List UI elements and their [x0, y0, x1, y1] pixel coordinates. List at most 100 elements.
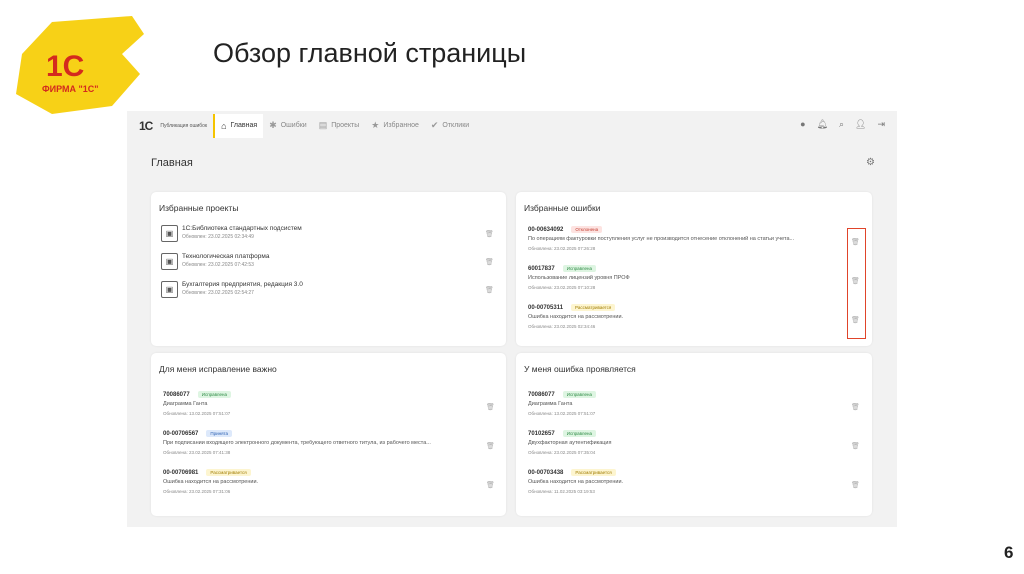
- project-icon: ▣: [161, 225, 178, 242]
- card-title: У меня ошибка проявляется: [524, 364, 636, 374]
- error-updated: Обновлена: 23.02.2025 02:34:46: [528, 324, 596, 329]
- status-badge: Исправлена: [562, 430, 597, 437]
- svg-text:ФИРМА "1С": ФИРМА "1С": [42, 84, 99, 94]
- error-updated: Обновлена: 13.02.2025 07:51:07: [528, 411, 596, 416]
- project-item[interactable]: ▣ Бухгалтерия предприятия, редакция 3.0 Об…: [161, 281, 491, 298]
- page-number: 6: [1004, 543, 1014, 562]
- project-item[interactable]: ▣ Технологическая платформа Обновлен: 23.0…: [161, 253, 491, 270]
- brand-subtitle: Публикация ошибок: [160, 122, 208, 129]
- tab-0[interactable]: ⌂ Главная: [213, 113, 264, 138]
- tab-label: Главная: [230, 122, 258, 129]
- tab-label: Отклики: [442, 122, 470, 129]
- error-updated: Обновлена: 11.02.2025 03:19:53: [528, 489, 595, 494]
- trash-icon[interactable]: 🗑︎: [485, 230, 494, 238]
- error-id[interactable]: 00-00706981: [163, 470, 198, 476]
- gear-icon[interactable]: ⚙: [866, 157, 875, 168]
- status-badge: Отклонена: [571, 226, 603, 233]
- project-updated: Обновлен: 23.02.2025 02:54:27: [182, 290, 254, 296]
- error-item[interactable]: 00-00706981 Рассматривается Ошибка находит…: [163, 469, 483, 494]
- project-updated: Обновлен: 23.02.2025 02:34:49: [182, 234, 254, 240]
- error-description: Двухфакторная аутентификация: [528, 440, 612, 446]
- error-id[interactable]: 70086077: [528, 392, 555, 398]
- error-updated: Обновлена: 23.02.2025 07:31:06: [163, 489, 231, 494]
- bug-icon: ✱: [269, 120, 277, 130]
- status-badge: Рассматривается: [571, 304, 616, 311]
- info-icon[interactable]: ●: [800, 119, 805, 130]
- app-screenshot: 1С Публикация ошибок ⌂ Главная ✱ Ошибки ▤ Про…: [127, 111, 897, 527]
- error-updated: Обновлена: 23.02.2025 07:35:04: [528, 450, 596, 455]
- error-description: Диаграмма Ганта: [528, 401, 573, 407]
- fav-errors-card: Избранные ошибки 00-00634092 Отклонена По …: [516, 192, 872, 346]
- check-circle-icon: ✔: [430, 120, 439, 130]
- error-id[interactable]: 70102657: [528, 431, 555, 437]
- trash-icon[interactable]: 🗑︎: [486, 481, 495, 489]
- error-id[interactable]: 60017837: [528, 266, 555, 272]
- bell-icon[interactable]: 🔔︎: [817, 119, 828, 130]
- tab-label: Избранное: [383, 122, 419, 129]
- error-updated: Обновлена: 23.02.2025 07:10:28: [528, 285, 596, 290]
- error-item[interactable]: 00-00706567 Принята При подписании входяще…: [163, 430, 483, 455]
- project-item[interactable]: ▣ 1С:Библиотека стандартных подсистем Обно…: [161, 225, 491, 242]
- error-id[interactable]: 00-00705311: [528, 305, 563, 311]
- trash-icon[interactable]: 🗑︎: [851, 481, 860, 489]
- project-name: 1С:Библиотека стандартных подсистем: [182, 225, 302, 232]
- status-badge: Принята: [206, 430, 233, 437]
- error-id[interactable]: 00-00703438: [528, 470, 563, 476]
- star-icon: ★: [371, 120, 380, 130]
- reproduces-card: У меня ошибка проявляется 70086077 Исправ…: [516, 353, 872, 516]
- highlight-frame: [847, 228, 866, 339]
- trash-icon[interactable]: 🗑︎: [486, 403, 495, 411]
- projects-icon: ▤: [318, 120, 328, 130]
- brand-logo[interactable]: 1С: [139, 119, 153, 133]
- trash-icon[interactable]: 🗑︎: [485, 286, 494, 294]
- error-updated: Обновлена: 23.02.2025 07:41:38: [163, 450, 231, 455]
- tab-label: Проекты: [331, 122, 360, 129]
- page-title: Главная: [151, 157, 193, 169]
- error-description: Ошибка находится на рассмотрении.: [528, 314, 624, 320]
- error-description: При подписании входящего электронного до…: [163, 440, 431, 446]
- error-description: Ошибка находится на рассмотрении.: [528, 479, 624, 485]
- home-icon: ⌂: [221, 120, 227, 131]
- svg-text:1С: 1С: [46, 50, 84, 83]
- tab-1[interactable]: ✱ Ошибки: [263, 114, 313, 138]
- 1c-logo: 1С ФИРМА "1С": [16, 16, 144, 114]
- card-title: Избранные ошибки: [524, 203, 601, 213]
- error-item[interactable]: 00-00634092 Отклонена По операциям фактуро…: [528, 226, 848, 251]
- card-title: Избранные проекты: [159, 203, 239, 213]
- project-name: Технологическая платформа: [182, 253, 270, 260]
- error-item[interactable]: 00-00703438 Рассматривается Ошибка находит…: [528, 469, 848, 494]
- tab-4[interactable]: ✔ Отклики: [425, 114, 475, 138]
- user-icon[interactable]: 👤︎: [855, 119, 866, 130]
- trash-icon[interactable]: 🗑︎: [851, 442, 860, 450]
- error-id[interactable]: 70086077: [163, 392, 190, 398]
- project-updated: Обновлен: 23.02.2025 07:42:53: [182, 262, 254, 268]
- error-description: Диаграмма Ганта: [163, 401, 208, 407]
- error-item[interactable]: 60017837 Исправлена Использование лицензий…: [528, 265, 848, 290]
- important-card: Для меня исправление важно 70086077 Испра…: [151, 353, 506, 516]
- error-item[interactable]: 70102657 Исправлена Двухфакторная аутентиф…: [528, 430, 848, 455]
- project-icon: ▣: [161, 281, 178, 298]
- error-item[interactable]: 70086077 Исправлена Диаграмма Ганта Обновле…: [163, 391, 483, 416]
- status-badge: Рассматривается: [206, 469, 251, 476]
- project-icon: ▣: [161, 253, 178, 270]
- search-icon[interactable]: ⌕: [839, 119, 844, 130]
- trash-icon[interactable]: 🗑︎: [485, 258, 494, 266]
- error-description: Ошибка находится на рассмотрении.: [163, 479, 259, 485]
- status-badge: Рассматривается: [571, 469, 616, 476]
- logout-icon[interactable]: ⇥: [877, 119, 885, 130]
- error-id[interactable]: 00-00634092: [528, 227, 563, 233]
- card-title: Для меня исправление важно: [159, 364, 277, 374]
- error-item[interactable]: 00-00705311 Рассматривается Ошибка находит…: [528, 304, 848, 329]
- error-updated: Обновлена: 23.02.2025 07:26:28: [528, 246, 596, 251]
- error-id[interactable]: 00-00706567: [163, 431, 198, 437]
- tab-3[interactable]: ★ Избранное: [365, 114, 425, 138]
- tab-label: Ошибки: [280, 122, 307, 129]
- trash-icon[interactable]: 🗑︎: [486, 442, 495, 450]
- error-updated: Обновлена: 13.02.2025 07:51:07: [163, 411, 231, 416]
- tab-2[interactable]: ▤ Проекты: [313, 114, 366, 138]
- project-name: Бухгалтерия предприятия, редакция 3.0: [182, 281, 303, 288]
- error-item[interactable]: 70086077 Исправлена Диаграмма Ганта Обновле…: [528, 391, 848, 416]
- top-nav: 1С Публикация ошибок ⌂ Главная ✱ Ошибки ▤ Про…: [127, 111, 897, 140]
- trash-icon[interactable]: 🗑︎: [851, 403, 860, 411]
- error-description: По операциям фактуровки поступления услу…: [528, 236, 795, 242]
